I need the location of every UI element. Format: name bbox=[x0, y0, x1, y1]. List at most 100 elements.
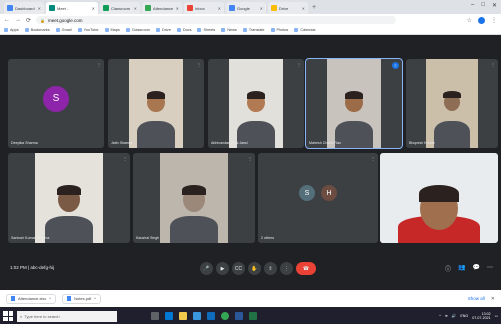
participant-tile[interactable]: Kaushal Singh ⋮ bbox=[133, 153, 255, 243]
browser-tab[interactable]: Inbox ✕ bbox=[184, 2, 224, 14]
more-options-icon[interactable]: ⋮ bbox=[123, 156, 127, 161]
bookmark-item[interactable]: Gmail bbox=[55, 28, 72, 32]
mail-icon[interactable] bbox=[207, 312, 215, 320]
tab-label: Meet - bbox=[57, 5, 69, 11]
tab-close-icon[interactable]: ✕ bbox=[134, 6, 137, 11]
end-call-button[interactable]: ☎ bbox=[296, 262, 316, 275]
participant-tile[interactable]: Abhinandan Paul Jassi ⋮ bbox=[208, 59, 304, 148]
bookmark-item[interactable]: Drive bbox=[155, 28, 171, 32]
windows-start-icon[interactable] bbox=[3, 311, 13, 321]
more-options-icon[interactable]: ⋮ bbox=[491, 62, 495, 67]
download-name: Attendance.xlsx bbox=[18, 296, 47, 301]
tab-favicon-icon bbox=[49, 5, 55, 11]
show-all-downloads-link[interactable]: Show all bbox=[468, 296, 485, 301]
bookmark-item[interactable]: News bbox=[221, 28, 237, 32]
activities-icon[interactable]: ⋯ bbox=[487, 264, 493, 273]
chevron-up-icon[interactable]: ^ bbox=[49, 296, 51, 301]
more-options-icon[interactable]: ⋮ bbox=[491, 156, 495, 161]
present-button[interactable]: ⇧ bbox=[264, 262, 277, 275]
participant-tile[interactable]: SH 2 others ⋮ bbox=[258, 153, 378, 243]
forward-arrow-icon[interactable]: → bbox=[15, 17, 21, 23]
chrome-icon[interactable] bbox=[221, 312, 229, 320]
participant-tile[interactable]: You ⋮ bbox=[380, 153, 498, 243]
tab-close-icon[interactable]: ✕ bbox=[260, 6, 263, 11]
notification-icon[interactable]: ▭ bbox=[495, 314, 498, 318]
bookmark-item[interactable]: Bookmarks bbox=[24, 28, 50, 32]
info-icon[interactable]: ⓘ bbox=[445, 264, 451, 273]
menu-kebab-icon[interactable]: ⋮ bbox=[491, 17, 497, 24]
bookmark-item[interactable]: Docs bbox=[176, 28, 191, 32]
chevron-up-icon[interactable]: ^ bbox=[439, 314, 441, 318]
browser-tab[interactable]: Drive ✕ bbox=[268, 2, 308, 14]
browser-tab[interactable]: Dashboard ✕ bbox=[4, 2, 44, 14]
language-indicator[interactable]: ENG bbox=[460, 314, 468, 318]
more-options-icon[interactable]: ⋮ bbox=[197, 62, 201, 67]
reload-icon[interactable]: ⟳ bbox=[26, 17, 31, 24]
bookmark-item[interactable]: Calendar bbox=[294, 28, 316, 32]
maximize-button[interactable]: □ bbox=[481, 2, 485, 9]
bookmark-item[interactable]: YouTube bbox=[77, 28, 99, 32]
participant-tile[interactable]: Mahesh Chand Rao ≡ bbox=[305, 58, 403, 149]
bookmark-item[interactable]: Sheets bbox=[197, 28, 215, 32]
download-item[interactable]: Attendance.xlsx ^ bbox=[6, 293, 57, 304]
minimize-button[interactable]: – bbox=[471, 2, 474, 9]
bookmark-item[interactable]: Classroom bbox=[125, 28, 150, 32]
raise-hand-button[interactable]: ✋ bbox=[248, 262, 261, 275]
bookmark-item[interactable]: Photos bbox=[270, 28, 288, 32]
tab-close-icon[interactable]: ✕ bbox=[92, 6, 95, 11]
meet-grid: S Deepika Sharma ⋮ Jatin Sharma ⋮ Abhinandan … bbox=[0, 35, 501, 280]
captions-button[interactable]: CC bbox=[232, 262, 245, 275]
edge-icon[interactable] bbox=[165, 312, 173, 320]
speaking-indicator-icon[interactable]: ≡ bbox=[392, 62, 399, 69]
more-options-icon[interactable]: ⋮ bbox=[97, 62, 101, 67]
bookmark-item[interactable]: Apps bbox=[4, 28, 19, 32]
wifi-icon[interactable]: ≋ bbox=[445, 314, 448, 318]
profile-avatar[interactable] bbox=[478, 16, 485, 24]
participant-tile[interactable]: Bhupesh Kumar ⋮ bbox=[406, 59, 498, 148]
star-icon[interactable]: ☆ bbox=[467, 17, 472, 24]
volume-icon[interactable]: 🔊 bbox=[452, 314, 456, 318]
taskbar-search-input[interactable]: ⌕ Type here to search bbox=[17, 310, 117, 322]
camera-button[interactable]: ▶ bbox=[216, 262, 229, 275]
tab-close-icon[interactable]: ✕ bbox=[38, 6, 41, 11]
browser-tab[interactable]: Meet - ✕ bbox=[46, 2, 98, 14]
microphone-button[interactable]: 🎤 bbox=[200, 262, 213, 275]
person-body bbox=[433, 121, 471, 148]
url-input[interactable]: 🔒 meet.google.com bbox=[36, 16, 397, 24]
excel-icon[interactable] bbox=[249, 312, 257, 320]
more-options-button[interactable]: ⋮ bbox=[280, 262, 293, 275]
new-tab-button[interactable]: + bbox=[312, 2, 316, 14]
participant-tile[interactable]: Jatin Sharma ⋮ bbox=[108, 59, 204, 148]
bookmark-item[interactable]: Maps bbox=[104, 28, 120, 32]
clock[interactable]: 13:02 07-07-2021 bbox=[472, 312, 490, 320]
participant-tile[interactable]: S Deepika Sharma ⋮ bbox=[8, 59, 104, 148]
browser-tab[interactable]: Classroom ✕ bbox=[100, 2, 140, 14]
browser-tab-bar: Dashboard ✕ Meet - ✕ Classroom ✕ Attendance ✕ I… bbox=[0, 0, 501, 14]
chat-icon[interactable]: 💬 bbox=[473, 264, 480, 273]
participant-tile[interactable]: Santosh Kumar Sharma ⋮ bbox=[8, 153, 130, 243]
tab-close-icon[interactable]: ✕ bbox=[218, 6, 221, 11]
file-explorer-icon[interactable] bbox=[179, 312, 187, 320]
word-icon[interactable] bbox=[235, 312, 243, 320]
bookmark-item[interactable]: Translate bbox=[242, 28, 265, 32]
participant-name: You bbox=[383, 236, 390, 240]
people-icon[interactable]: 👥 bbox=[458, 264, 465, 273]
person-hair bbox=[418, 185, 460, 202]
more-options-icon[interactable]: ⋮ bbox=[297, 62, 301, 67]
tab-close-icon[interactable]: ✕ bbox=[302, 6, 305, 11]
meet-control-bar: 1:02 PM | abc-defg-hij 🎤 ▶ CC ✋ ⇧ ⋮ ☎ ⓘ … bbox=[0, 257, 501, 280]
more-options-icon[interactable]: ⋮ bbox=[371, 156, 375, 161]
store-icon[interactable] bbox=[193, 312, 201, 320]
back-arrow-icon[interactable]: ← bbox=[4, 17, 10, 23]
download-item[interactable]: Notes.pdf ^ bbox=[62, 293, 102, 304]
bookmark-icon bbox=[77, 28, 82, 32]
close-window-button[interactable]: ✕ bbox=[492, 2, 497, 9]
meet-side-controls: ⓘ 👥 💬 ⋯ bbox=[445, 264, 493, 273]
chevron-up-icon[interactable]: ^ bbox=[94, 296, 96, 301]
task-view-icon[interactable] bbox=[151, 312, 159, 320]
browser-tab[interactable]: Attendance ✕ bbox=[142, 2, 182, 14]
more-options-icon[interactable]: ⋮ bbox=[248, 156, 252, 161]
close-shelf-icon[interactable]: ✕ bbox=[491, 296, 495, 302]
browser-tab[interactable]: Google ✕ bbox=[226, 2, 266, 14]
tab-close-icon[interactable]: ✕ bbox=[176, 6, 179, 11]
